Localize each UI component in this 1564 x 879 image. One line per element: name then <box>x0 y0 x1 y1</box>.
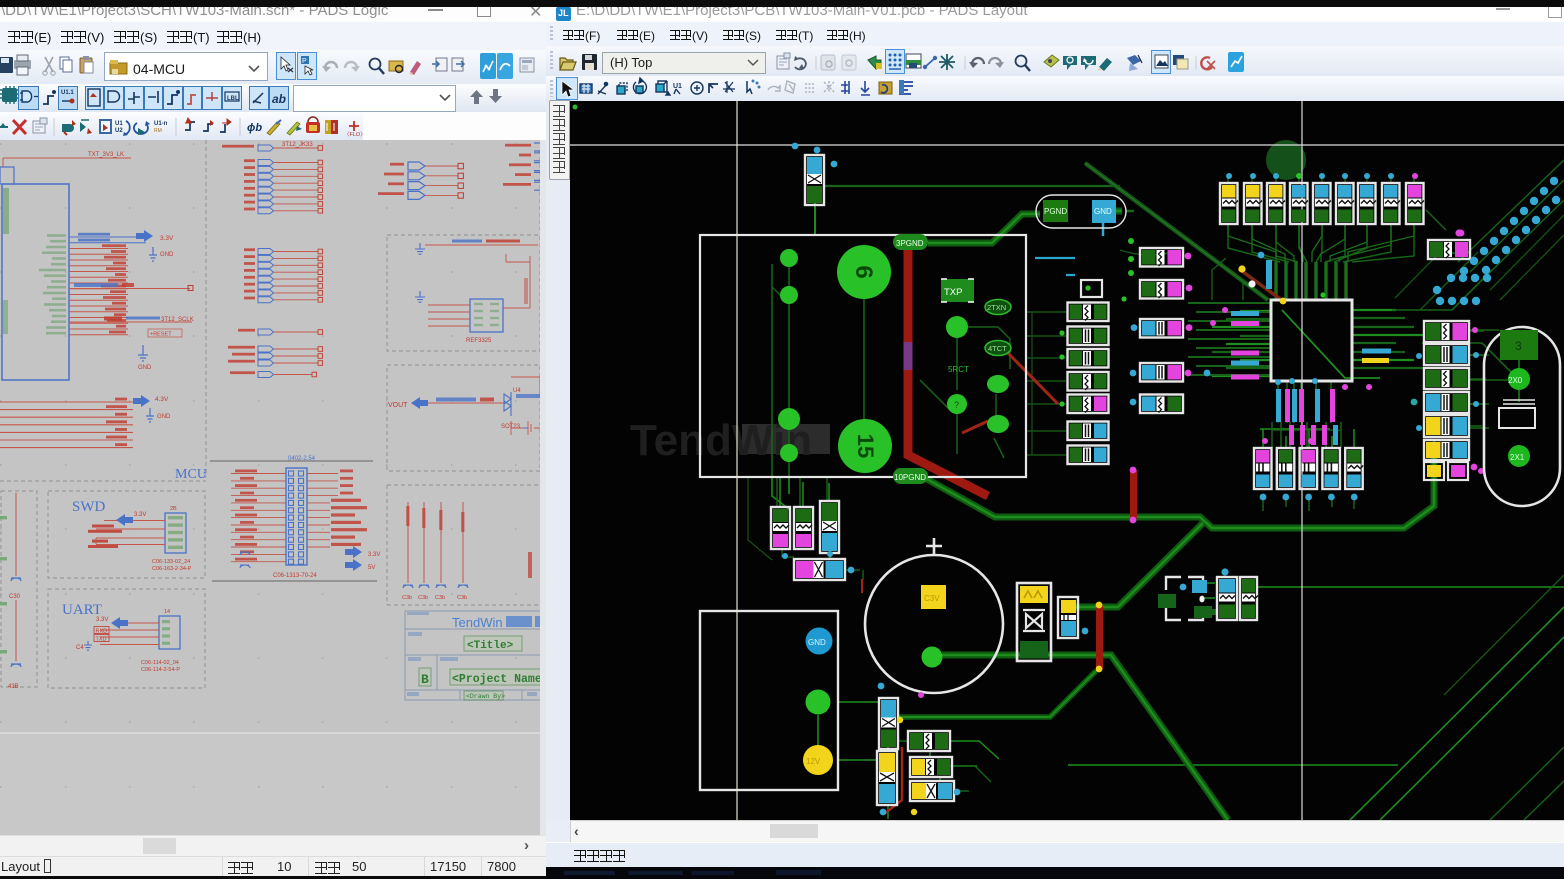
svg-text:GND: GND <box>1094 207 1112 216</box>
svg-text:TXD: TXD <box>96 637 107 643</box>
svg-text:U1-n: U1-n <box>154 121 168 127</box>
svg-text:12V: 12V <box>806 757 821 766</box>
svg-text:P: P <box>302 58 307 65</box>
svg-text:3.3V: 3.3V <box>160 235 174 242</box>
svg-text:C3b: C3b <box>435 595 445 601</box>
svg-text:〈FLO〉: 〈FLO〉 <box>344 131 366 138</box>
svg-text:ϕb: ϕb <box>247 122 262 134</box>
svg-text:C4: C4 <box>76 645 84 651</box>
svg-text:3.3V: 3.3V <box>96 617 108 623</box>
svg-text:TendWin: TendWin <box>452 615 506 630</box>
svg-text:+RESET: +RESET <box>150 332 172 338</box>
svg-text:SWD: SWD <box>72 499 106 515</box>
svg-text:C3b: C3b <box>402 595 412 601</box>
svg-text:GND: GND <box>808 638 826 647</box>
svg-text:3.3V: 3.3V <box>368 552 380 558</box>
svg-text:RM: RM <box>154 128 162 134</box>
svg-text:B: B <box>421 672 429 687</box>
svg-text:U1: U1 <box>673 83 682 90</box>
svg-text:LBL: LBL <box>227 96 239 102</box>
svg-text:04-MCU: 04-MCU <box>133 61 185 77</box>
svg-text:<Drawn By>: <Drawn By> <box>466 693 505 700</box>
svg-text:C3b: C3b <box>457 595 467 601</box>
svg-text:2TXN: 2TXN <box>987 303 1006 312</box>
svg-text::: : <box>203 469 206 479</box>
svg-text:C06-1313-70-24: C06-1313-70-24 <box>273 573 317 579</box>
svg-text:GND: GND <box>157 414 171 420</box>
svg-text:PGND: PGND <box>1044 207 1067 216</box>
svg-text:0402-2.54: 0402-2.54 <box>288 456 316 462</box>
svg-text:RXD: RXD <box>96 629 108 635</box>
svg-text:2B: 2B <box>170 506 177 512</box>
svg-text:ab: ab <box>272 92 286 106</box>
svg-text:2X1: 2X1 <box>1510 453 1525 462</box>
svg-text:GND: GND <box>160 252 174 258</box>
svg-text:VOUT: VOUT <box>388 402 408 409</box>
svg-text:3T12_SCLK: 3T12_SCLK <box>161 317 194 323</box>
svg-text:10PGND: 10PGND <box>894 473 926 482</box>
svg-text:U1: U1 <box>115 121 123 127</box>
svg-text:2X0: 2X0 <box>1508 376 1523 385</box>
svg-text:14: 14 <box>164 609 170 615</box>
svg-text:C06-114-02_04: C06-114-02_04 <box>141 660 179 666</box>
svg-text:TXT_3V3_LK: TXT_3V3_LK <box>88 152 124 158</box>
svg-text:6: 6 <box>850 265 877 278</box>
svg-text:5RCT: 5RCT <box>948 365 969 374</box>
svg-text:TXP: TXP <box>944 287 962 298</box>
svg-text:C30: C30 <box>9 594 21 600</box>
svg-text:C06-163-2-34-P: C06-163-2-34-P <box>152 566 192 572</box>
svg-text:U2: U2 <box>115 128 123 134</box>
svg-text:?: ? <box>954 400 959 410</box>
svg-text:C06-133-02_24: C06-133-02_24 <box>152 559 190 565</box>
svg-text:C06-114-2-54-P: C06-114-2-54-P <box>141 667 180 673</box>
svg-text:3PGND: 3PGND <box>896 239 924 248</box>
svg-text:C3V: C3V <box>924 594 940 603</box>
svg-text:4TCT: 4TCT <box>988 344 1007 353</box>
svg-text:3: 3 <box>1515 339 1522 353</box>
svg-text:3T12_JK33: 3T12_JK33 <box>282 142 313 148</box>
svg-text:U4: U4 <box>513 388 521 394</box>
svg-text:UART: UART <box>62 602 102 618</box>
svg-text:3.3V: 3.3V <box>134 512 146 518</box>
svg-text:15: 15 <box>853 434 878 458</box>
svg-text:U1.1: U1.1 <box>61 90 74 96</box>
svg-text:5V: 5V <box>368 565 375 571</box>
svg-text:REF3325: REF3325 <box>466 338 492 344</box>
svg-text:GND: GND <box>138 365 152 371</box>
svg-text:C3b: C3b <box>418 595 428 601</box>
svg-text:<Project Name>: <Project Name> <box>452 673 540 686</box>
svg-text:43B: 43B <box>8 684 19 690</box>
svg-text:<Title>: <Title> <box>467 640 514 652</box>
svg-text:(H) Top: (H) Top <box>610 55 652 70</box>
svg-text:4.3V: 4.3V <box>155 396 169 403</box>
